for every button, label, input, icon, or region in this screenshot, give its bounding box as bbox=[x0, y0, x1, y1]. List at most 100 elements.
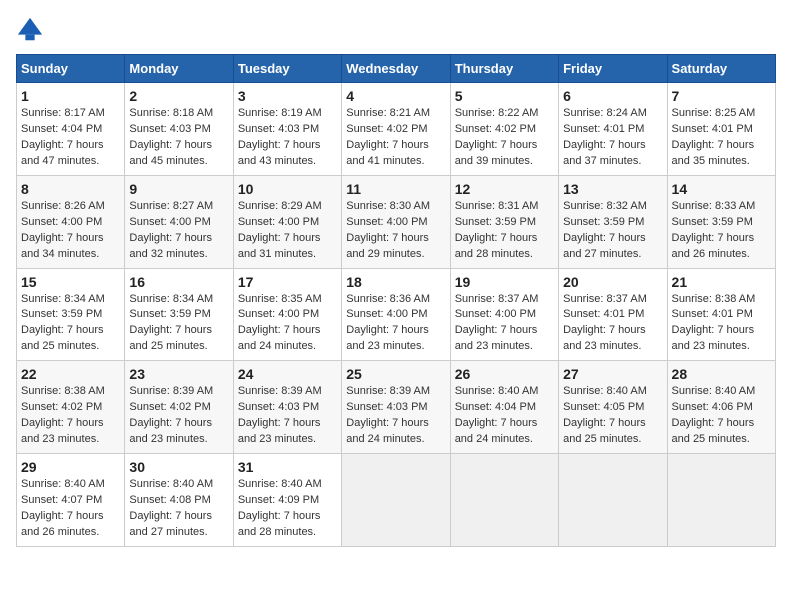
header-day-sunday: Sunday bbox=[17, 55, 125, 83]
calendar-body: 1 Sunrise: 8:17 AMSunset: 4:04 PMDayligh… bbox=[17, 83, 776, 547]
day-detail: Sunrise: 8:34 AMSunset: 3:59 PMDaylight:… bbox=[21, 293, 105, 353]
day-number: 27 bbox=[563, 366, 662, 382]
day-detail: Sunrise: 8:35 AMSunset: 4:00 PMDaylight:… bbox=[238, 293, 322, 353]
day-number: 16 bbox=[129, 274, 228, 290]
calendar-cell: 23 Sunrise: 8:39 AMSunset: 4:02 PMDaylig… bbox=[125, 361, 233, 454]
day-number: 23 bbox=[129, 366, 228, 382]
calendar-cell: 27 Sunrise: 8:40 AMSunset: 4:05 PMDaylig… bbox=[559, 361, 667, 454]
calendar-cell: 24 Sunrise: 8:39 AMSunset: 4:03 PMDaylig… bbox=[233, 361, 341, 454]
day-number: 19 bbox=[455, 274, 554, 290]
day-number: 24 bbox=[238, 366, 337, 382]
calendar-cell: 31 Sunrise: 8:40 AMSunset: 4:09 PMDaylig… bbox=[233, 454, 341, 547]
calendar-cell: 2 Sunrise: 8:18 AMSunset: 4:03 PMDayligh… bbox=[125, 83, 233, 176]
day-detail: Sunrise: 8:22 AMSunset: 4:02 PMDaylight:… bbox=[455, 107, 539, 167]
day-detail: Sunrise: 8:18 AMSunset: 4:03 PMDaylight:… bbox=[129, 107, 213, 167]
day-number: 13 bbox=[563, 181, 662, 197]
day-detail: Sunrise: 8:39 AMSunset: 4:02 PMDaylight:… bbox=[129, 385, 213, 445]
day-number: 26 bbox=[455, 366, 554, 382]
calendar-cell: 15 Sunrise: 8:34 AMSunset: 3:59 PMDaylig… bbox=[17, 268, 125, 361]
calendar-cell: 10 Sunrise: 8:29 AMSunset: 4:00 PMDaylig… bbox=[233, 175, 341, 268]
calendar-cell bbox=[450, 454, 558, 547]
day-detail: Sunrise: 8:40 AMSunset: 4:08 PMDaylight:… bbox=[129, 478, 213, 538]
calendar-cell: 14 Sunrise: 8:33 AMSunset: 3:59 PMDaylig… bbox=[667, 175, 775, 268]
day-detail: Sunrise: 8:37 AMSunset: 4:01 PMDaylight:… bbox=[563, 293, 647, 353]
calendar-cell: 28 Sunrise: 8:40 AMSunset: 4:06 PMDaylig… bbox=[667, 361, 775, 454]
calendar-cell: 13 Sunrise: 8:32 AMSunset: 3:59 PMDaylig… bbox=[559, 175, 667, 268]
day-detail: Sunrise: 8:21 AMSunset: 4:02 PMDaylight:… bbox=[346, 107, 430, 167]
day-number: 10 bbox=[238, 181, 337, 197]
calendar-cell: 30 Sunrise: 8:40 AMSunset: 4:08 PMDaylig… bbox=[125, 454, 233, 547]
day-number: 28 bbox=[672, 366, 771, 382]
day-number: 15 bbox=[21, 274, 120, 290]
calendar-cell bbox=[342, 454, 450, 547]
day-detail: Sunrise: 8:40 AMSunset: 4:05 PMDaylight:… bbox=[563, 385, 647, 445]
day-detail: Sunrise: 8:27 AMSunset: 4:00 PMDaylight:… bbox=[129, 200, 213, 260]
day-number: 2 bbox=[129, 88, 228, 104]
day-number: 3 bbox=[238, 88, 337, 104]
day-number: 7 bbox=[672, 88, 771, 104]
day-number: 1 bbox=[21, 88, 120, 104]
header-day-monday: Monday bbox=[125, 55, 233, 83]
calendar-cell: 21 Sunrise: 8:38 AMSunset: 4:01 PMDaylig… bbox=[667, 268, 775, 361]
calendar-cell: 3 Sunrise: 8:19 AMSunset: 4:03 PMDayligh… bbox=[233, 83, 341, 176]
calendar-cell: 7 Sunrise: 8:25 AMSunset: 4:01 PMDayligh… bbox=[667, 83, 775, 176]
logo bbox=[16, 16, 48, 44]
week-row-1: 1 Sunrise: 8:17 AMSunset: 4:04 PMDayligh… bbox=[17, 83, 776, 176]
week-row-2: 8 Sunrise: 8:26 AMSunset: 4:00 PMDayligh… bbox=[17, 175, 776, 268]
header-day-friday: Friday bbox=[559, 55, 667, 83]
day-detail: Sunrise: 8:38 AMSunset: 4:01 PMDaylight:… bbox=[672, 293, 756, 353]
header-day-tuesday: Tuesday bbox=[233, 55, 341, 83]
day-detail: Sunrise: 8:34 AMSunset: 3:59 PMDaylight:… bbox=[129, 293, 213, 353]
day-detail: Sunrise: 8:40 AMSunset: 4:04 PMDaylight:… bbox=[455, 385, 539, 445]
calendar-cell: 9 Sunrise: 8:27 AMSunset: 4:00 PMDayligh… bbox=[125, 175, 233, 268]
day-detail: Sunrise: 8:33 AMSunset: 3:59 PMDaylight:… bbox=[672, 200, 756, 260]
calendar-cell bbox=[559, 454, 667, 547]
day-number: 14 bbox=[672, 181, 771, 197]
header-day-wednesday: Wednesday bbox=[342, 55, 450, 83]
day-number: 25 bbox=[346, 366, 445, 382]
day-number: 6 bbox=[563, 88, 662, 104]
day-number: 5 bbox=[455, 88, 554, 104]
day-detail: Sunrise: 8:40 AMSunset: 4:07 PMDaylight:… bbox=[21, 478, 105, 538]
week-row-5: 29 Sunrise: 8:40 AMSunset: 4:07 PMDaylig… bbox=[17, 454, 776, 547]
day-detail: Sunrise: 8:32 AMSunset: 3:59 PMDaylight:… bbox=[563, 200, 647, 260]
day-number: 20 bbox=[563, 274, 662, 290]
logo-icon bbox=[16, 16, 44, 44]
day-detail: Sunrise: 8:19 AMSunset: 4:03 PMDaylight:… bbox=[238, 107, 322, 167]
day-number: 17 bbox=[238, 274, 337, 290]
day-number: 22 bbox=[21, 366, 120, 382]
day-detail: Sunrise: 8:39 AMSunset: 4:03 PMDaylight:… bbox=[346, 385, 430, 445]
day-number: 8 bbox=[21, 181, 120, 197]
day-number: 30 bbox=[129, 459, 228, 475]
calendar-cell: 1 Sunrise: 8:17 AMSunset: 4:04 PMDayligh… bbox=[17, 83, 125, 176]
calendar-cell: 29 Sunrise: 8:40 AMSunset: 4:07 PMDaylig… bbox=[17, 454, 125, 547]
header-day-thursday: Thursday bbox=[450, 55, 558, 83]
calendar-cell: 12 Sunrise: 8:31 AMSunset: 3:59 PMDaylig… bbox=[450, 175, 558, 268]
day-detail: Sunrise: 8:37 AMSunset: 4:00 PMDaylight:… bbox=[455, 293, 539, 353]
day-detail: Sunrise: 8:26 AMSunset: 4:00 PMDaylight:… bbox=[21, 200, 105, 260]
week-row-3: 15 Sunrise: 8:34 AMSunset: 3:59 PMDaylig… bbox=[17, 268, 776, 361]
calendar-cell: 17 Sunrise: 8:35 AMSunset: 4:00 PMDaylig… bbox=[233, 268, 341, 361]
day-detail: Sunrise: 8:31 AMSunset: 3:59 PMDaylight:… bbox=[455, 200, 539, 260]
day-number: 11 bbox=[346, 181, 445, 197]
calendar-table: SundayMondayTuesdayWednesdayThursdayFrid… bbox=[16, 54, 776, 547]
calendar-header-row: SundayMondayTuesdayWednesdayThursdayFrid… bbox=[17, 55, 776, 83]
day-detail: Sunrise: 8:17 AMSunset: 4:04 PMDaylight:… bbox=[21, 107, 105, 167]
calendar-cell: 19 Sunrise: 8:37 AMSunset: 4:00 PMDaylig… bbox=[450, 268, 558, 361]
calendar-cell: 22 Sunrise: 8:38 AMSunset: 4:02 PMDaylig… bbox=[17, 361, 125, 454]
calendar-cell: 18 Sunrise: 8:36 AMSunset: 4:00 PMDaylig… bbox=[342, 268, 450, 361]
day-detail: Sunrise: 8:39 AMSunset: 4:03 PMDaylight:… bbox=[238, 385, 322, 445]
day-number: 12 bbox=[455, 181, 554, 197]
day-number: 18 bbox=[346, 274, 445, 290]
header bbox=[16, 16, 776, 44]
day-detail: Sunrise: 8:29 AMSunset: 4:00 PMDaylight:… bbox=[238, 200, 322, 260]
day-detail: Sunrise: 8:24 AMSunset: 4:01 PMDaylight:… bbox=[563, 107, 647, 167]
day-number: 4 bbox=[346, 88, 445, 104]
calendar-cell bbox=[667, 454, 775, 547]
calendar-cell: 25 Sunrise: 8:39 AMSunset: 4:03 PMDaylig… bbox=[342, 361, 450, 454]
calendar-cell: 16 Sunrise: 8:34 AMSunset: 3:59 PMDaylig… bbox=[125, 268, 233, 361]
day-detail: Sunrise: 8:40 AMSunset: 4:06 PMDaylight:… bbox=[672, 385, 756, 445]
calendar-cell: 5 Sunrise: 8:22 AMSunset: 4:02 PMDayligh… bbox=[450, 83, 558, 176]
week-row-4: 22 Sunrise: 8:38 AMSunset: 4:02 PMDaylig… bbox=[17, 361, 776, 454]
header-day-saturday: Saturday bbox=[667, 55, 775, 83]
